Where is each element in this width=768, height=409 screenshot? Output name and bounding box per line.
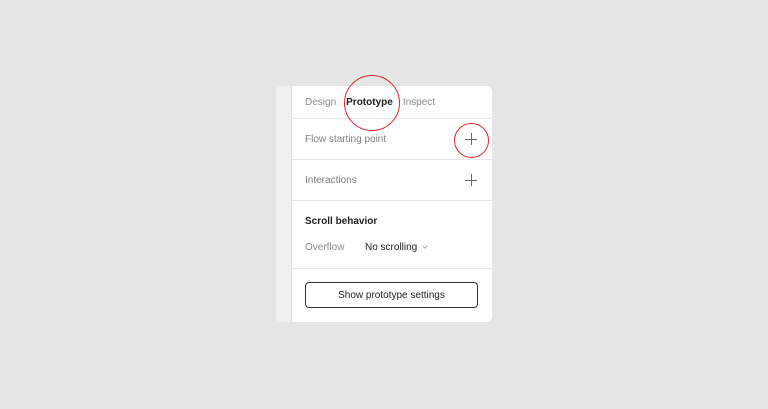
stage: Design Prototype Inspect Flow starting p… bbox=[0, 0, 768, 409]
tab-inspect[interactable]: Inspect bbox=[403, 97, 435, 108]
interactions-label: Interactions bbox=[305, 174, 357, 186]
overflow-dropdown[interactable]: No scrolling bbox=[365, 242, 428, 253]
show-prototype-settings-button[interactable]: Show prototype settings bbox=[305, 282, 478, 308]
prototype-panel: Design Prototype Inspect Flow starting p… bbox=[276, 86, 492, 322]
overflow-value: No scrolling bbox=[365, 242, 418, 253]
add-flow-plus-icon[interactable] bbox=[464, 132, 478, 146]
chevron-down-icon bbox=[422, 245, 428, 249]
add-interaction-plus-icon[interactable] bbox=[464, 173, 478, 187]
scroll-behavior-section: Scroll behavior Overflow No scrolling bbox=[292, 201, 492, 269]
scroll-behavior-title: Scroll behavior bbox=[305, 216, 378, 227]
interactions-section: Interactions bbox=[292, 160, 492, 201]
panel-body: Design Prototype Inspect Flow starting p… bbox=[292, 86, 492, 322]
panel-gutter bbox=[276, 86, 292, 322]
tab-prototype[interactable]: Prototype bbox=[346, 97, 393, 108]
panel-tabs: Design Prototype Inspect bbox=[292, 86, 492, 119]
settings-wrap: Show prototype settings bbox=[292, 269, 492, 308]
flow-starting-point-section: Flow starting point bbox=[292, 119, 492, 160]
overflow-row: Overflow No scrolling bbox=[305, 242, 428, 253]
tab-design[interactable]: Design bbox=[305, 97, 336, 108]
overflow-label: Overflow bbox=[305, 242, 345, 253]
flow-starting-point-label: Flow starting point bbox=[305, 133, 387, 145]
